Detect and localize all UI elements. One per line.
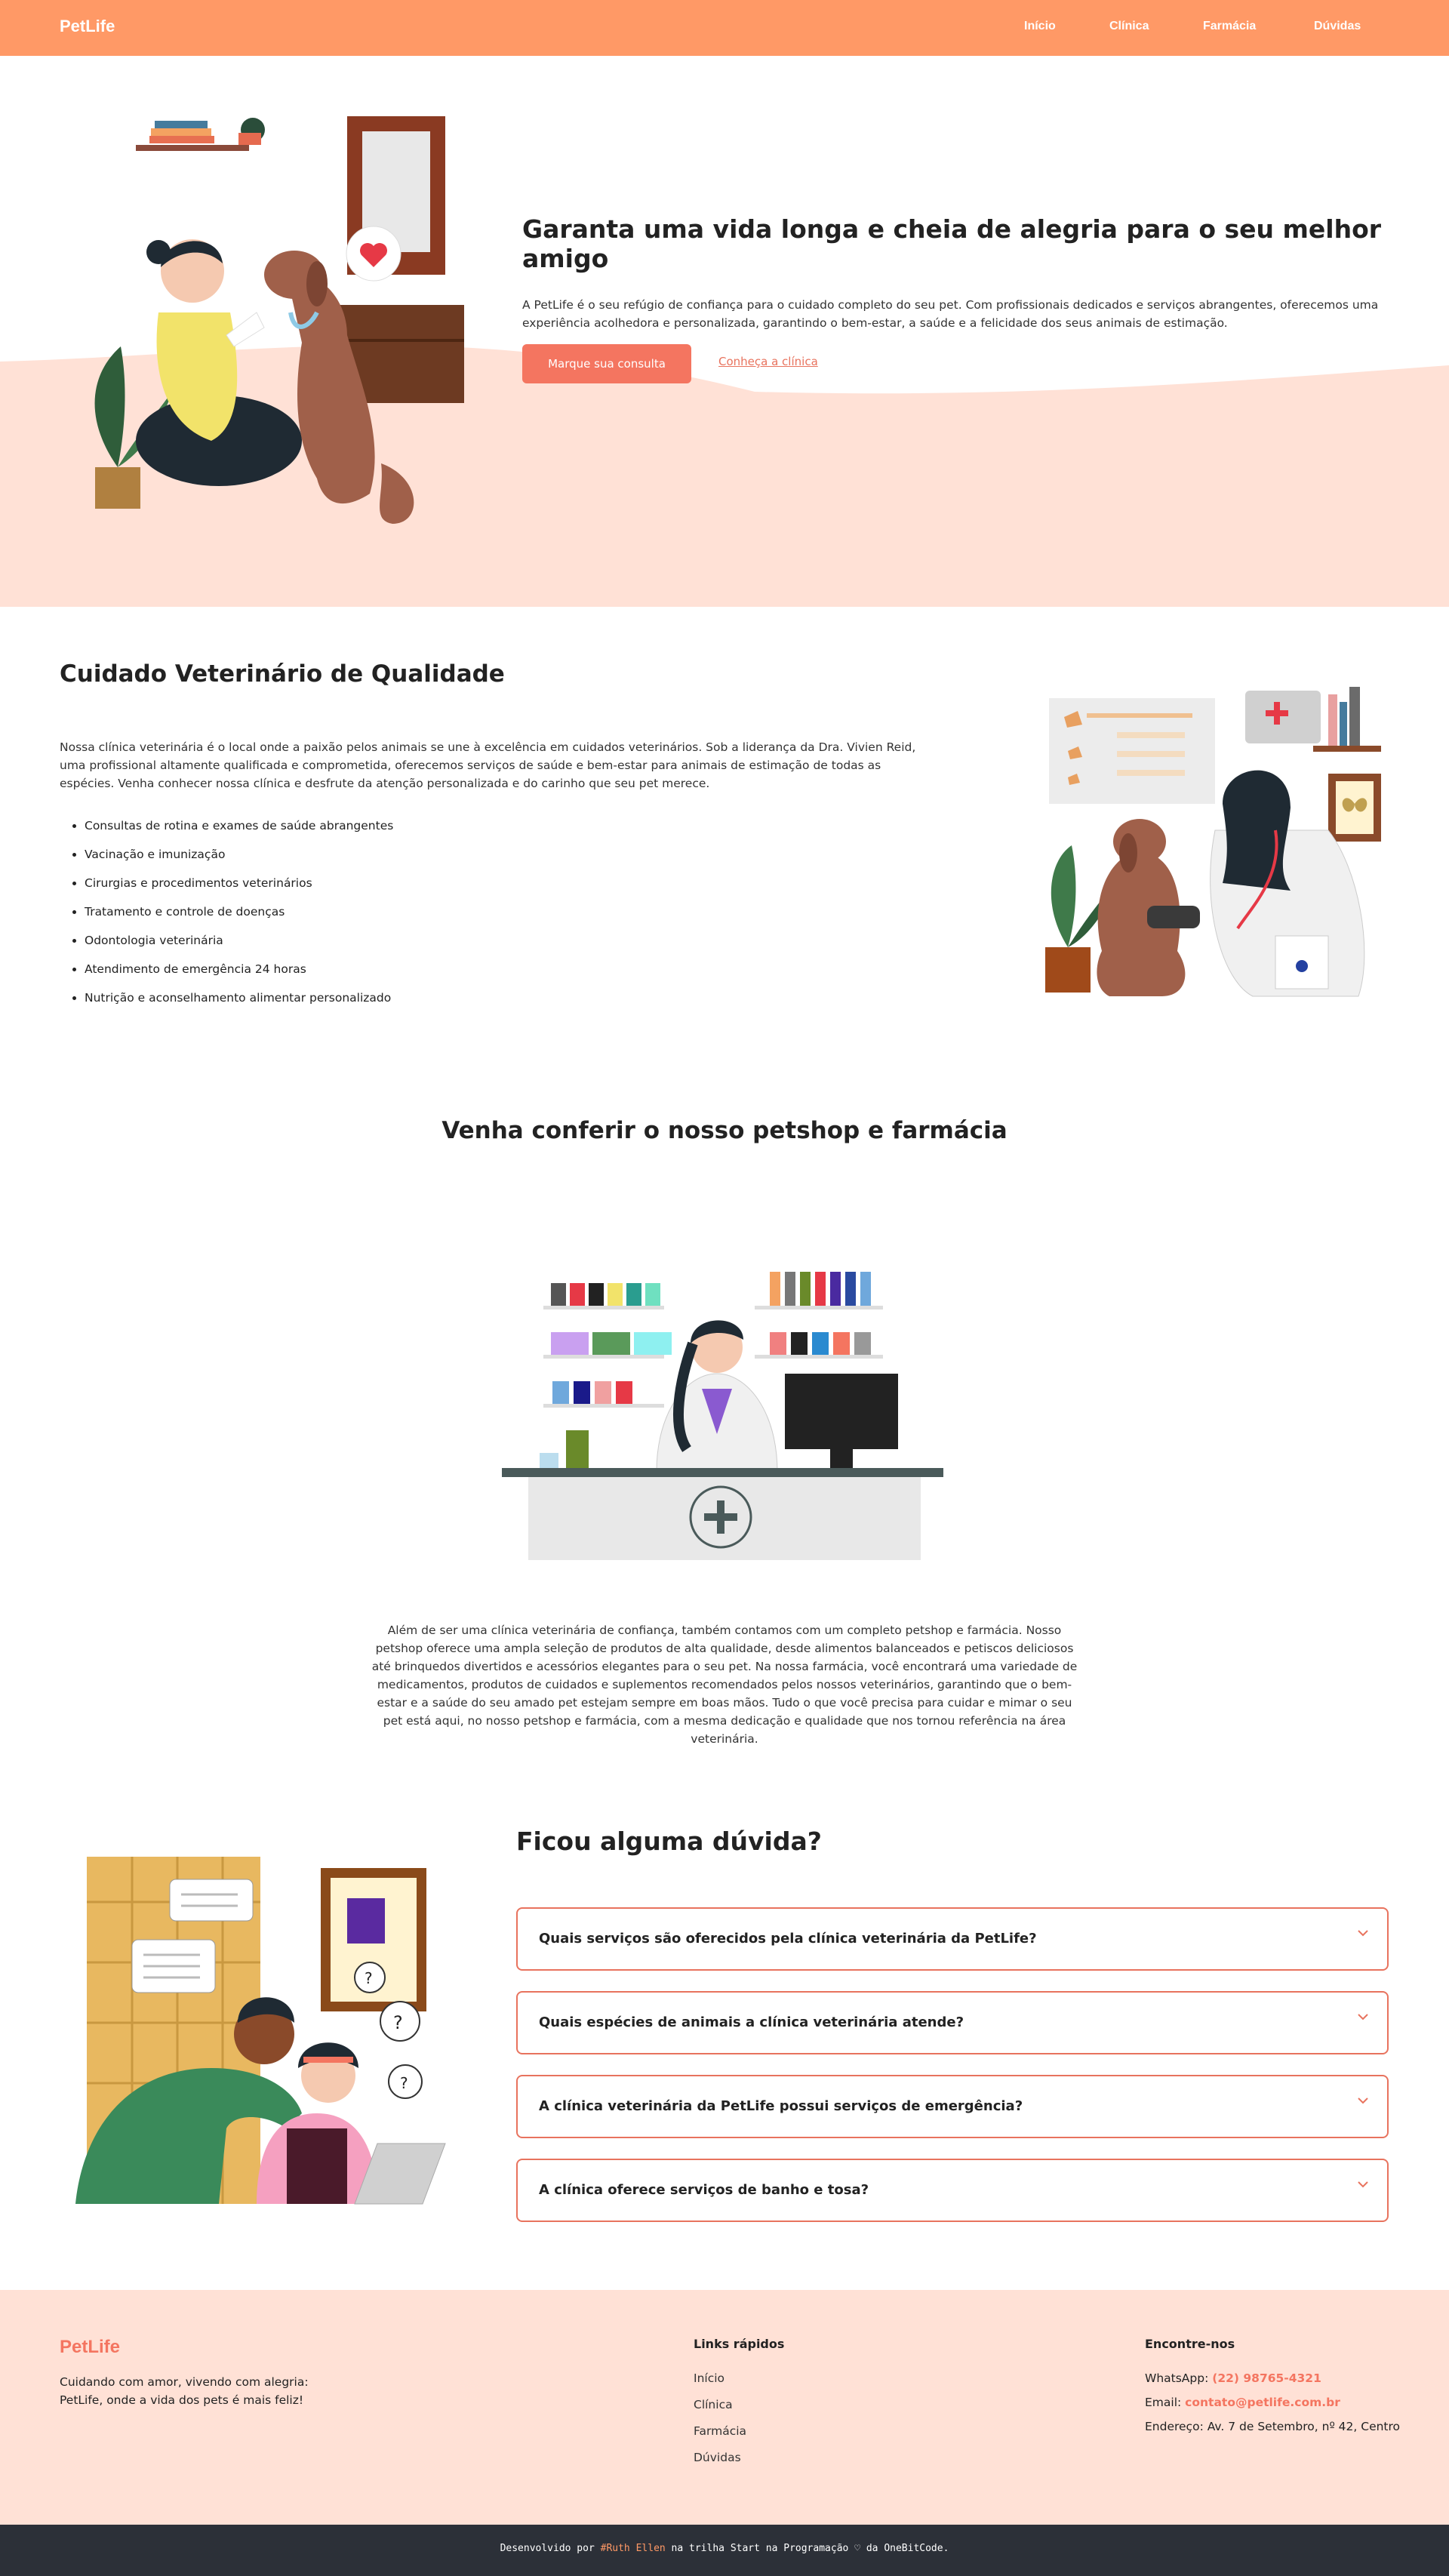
footer-address: Endereço: Av. 7 de Setembro, nº 42, Cent… <box>1145 2420 1401 2433</box>
main-nav: Início Clínica Farmácia Dúvidas <box>0 20 1449 38</box>
faq-question: Quais espécies de animais a clínica vete… <box>539 2014 964 2030</box>
footer-credits-bar: Desenvolvido por #Ruth Ellen na trilha S… <box>0 2525 1449 2576</box>
service-item: Tratamento e controle de doenças <box>85 903 764 931</box>
service-item: Vacinação e imunização <box>85 845 764 874</box>
site-footer: PetLife Cuidando com amor, vivendo com a… <box>0 2290 1449 2525</box>
nav-link-inicio[interactable]: Início <box>1024 20 1056 33</box>
hero-description: A PetLife é o seu refúgio de confiança p… <box>522 298 1379 330</box>
faq-question: A clínica oferece serviços de banho e to… <box>539 2182 869 2198</box>
footer-email: Email: contato@petlife.com.br <box>1145 2396 1340 2409</box>
woman-with-dog-illustration <box>94 116 464 524</box>
footer-tagline: Cuidando com amor, vivendo com alegria: … <box>60 2375 309 2407</box>
services-list: Consultas de rotina e exames de saúde ab… <box>85 817 764 1017</box>
heart-icon: ♡ <box>854 2543 861 2554</box>
credit-end: da OneBitCode. <box>866 2543 949 2554</box>
hero-title: Garanta uma vida longa e cheia de alegri… <box>522 214 1382 273</box>
hero-section: Garanta uma vida longa e cheia de alegri… <box>0 56 1449 607</box>
faq-section-title: Ficou alguma dúvida? <box>516 1827 822 1856</box>
service-item: Atendimento de emergência 24 horas <box>85 960 764 989</box>
footer-whatsapp: WhatsApp: (22) 98765-4321 <box>1145 2371 1321 2385</box>
svg-text:?: ? <box>400 2074 408 2092</box>
svg-text:?: ? <box>393 2012 403 2033</box>
chevron-down-icon <box>1358 1930 1368 1937</box>
service-item: Odontologia veterinária <box>85 931 764 960</box>
book-appointment-button[interactable]: Marque sua consulta <box>522 344 691 383</box>
faq-item[interactable]: Quais serviços são oferecidos pela clíni… <box>516 1907 1389 1971</box>
footer-link-duvidas[interactable]: Dúvidas <box>694 2451 741 2464</box>
clinic-section-title: Cuidado Veterinário de Qualidade <box>60 660 505 688</box>
service-item: Cirurgias e procedimentos veterinários <box>85 874 764 903</box>
svg-text:?: ? <box>365 1969 373 1987</box>
veterinarian-illustration <box>1045 687 1381 997</box>
question-people-illustration: ? ? ? <box>75 1857 446 2205</box>
shop-description: Além de ser uma clínica veterinária de c… <box>371 1623 1078 1746</box>
email-link[interactable]: contato@petlife.com.br <box>1185 2396 1340 2409</box>
nav-link-clinica[interactable]: Clínica <box>1109 20 1149 33</box>
footer-links-title: Links rápidos <box>694 2337 785 2351</box>
faq-item[interactable]: A clínica veterinária da PetLife possui … <box>516 2075 1389 2138</box>
whatsapp-label: WhatsApp: <box>1145 2371 1209 2385</box>
footer-link-inicio[interactable]: Início <box>694 2371 724 2385</box>
clinic-description: Nossa clínica veterinária é o local onde… <box>60 740 916 790</box>
site-header: PetLife Início Clínica Farmácia Dúvidas <box>0 0 1449 56</box>
chevron-down-icon <box>1358 2181 1368 2188</box>
whatsapp-number[interactable]: (22) 98765-4321 <box>1212 2371 1321 2385</box>
chevron-down-icon <box>1358 2097 1368 2104</box>
credit-prefix: Desenvolvido por <box>500 2543 595 2554</box>
faq-item[interactable]: Quais espécies de animais a clínica vete… <box>516 1991 1389 2054</box>
faq-question: A clínica veterinária da PetLife possui … <box>539 2098 1023 2114</box>
nav-link-duvidas[interactable]: Dúvidas <box>1314 20 1361 33</box>
email-label: Email: <box>1145 2396 1182 2409</box>
visit-clinic-link[interactable]: Conheça a clínica <box>718 355 818 368</box>
footer-link-farmacia[interactable]: Farmácia <box>694 2424 746 2438</box>
footer-logo[interactable]: PetLife <box>60 2337 120 2358</box>
pharmacy-illustration <box>502 1272 943 1560</box>
credits-text: Desenvolvido por #Ruth Ellen na trilha S… <box>0 2543 1449 2554</box>
service-item: Nutrição e aconselhamento alimentar pers… <box>85 989 764 1017</box>
nav-link-farmacia[interactable]: Farmácia <box>1203 20 1256 33</box>
credit-suffix: na trilha Start na Programação <box>671 2543 849 2554</box>
footer-contact-title: Encontre-nos <box>1145 2337 1235 2351</box>
faq-question: Quais serviços são oferecidos pela clíni… <box>539 1931 1037 1947</box>
footer-link-clinica[interactable]: Clínica <box>694 2398 733 2411</box>
faq-item[interactable]: A clínica oferece serviços de banho e to… <box>516 2159 1389 2222</box>
chevron-down-icon <box>1358 2014 1368 2020</box>
credit-author-link[interactable]: #Ruth Ellen <box>601 2543 666 2554</box>
service-item: Consultas de rotina e exames de saúde ab… <box>85 817 764 845</box>
shop-section-title: Venha conferir o nosso petshop e farmáci… <box>441 1117 1008 1144</box>
